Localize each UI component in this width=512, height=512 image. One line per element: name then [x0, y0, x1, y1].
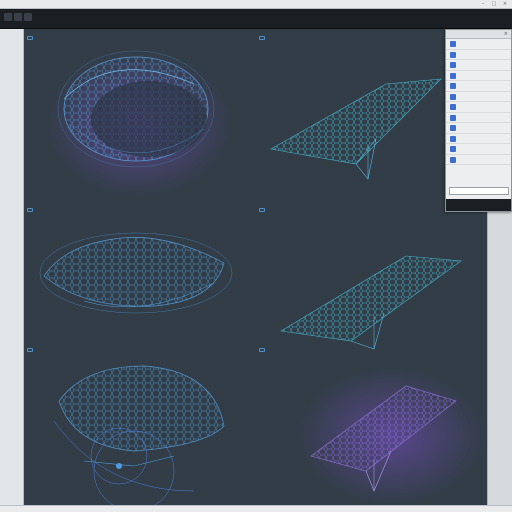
property-row[interactable] [446, 144, 511, 155]
property-row[interactable] [446, 102, 511, 113]
color-swatch[interactable] [450, 93, 456, 100]
properties-input[interactable] [449, 187, 509, 195]
window-controls: – □ × [479, 1, 509, 7]
toolbar [0, 9, 512, 29]
color-swatch[interactable] [450, 104, 456, 110]
app-window: – □ × × [0, 0, 512, 512]
tool-icon[interactable] [14, 13, 22, 21]
mesh-panel[interactable] [256, 201, 487, 359]
mesh-panel[interactable] [24, 29, 255, 199]
document-canvas[interactable] [24, 29, 487, 505]
property-row[interactable] [446, 71, 511, 81]
property-row[interactable] [446, 39, 511, 50]
color-swatch[interactable] [450, 156, 456, 163]
title-bar: – □ × [0, 0, 512, 9]
property-row[interactable] [446, 60, 511, 71]
mesh-panel[interactable] [256, 341, 487, 505]
mesh-graphic [53, 365, 225, 505]
color-swatch[interactable] [450, 51, 456, 58]
properties-footer [446, 199, 511, 211]
property-row[interactable] [446, 123, 511, 134]
color-swatch[interactable] [450, 83, 456, 89]
property-row[interactable] [446, 134, 511, 144]
properties-panel[interactable]: × [445, 29, 512, 212]
minimize-icon[interactable]: – [479, 1, 487, 7]
property-row[interactable] [446, 155, 511, 165]
color-swatch[interactable] [450, 114, 456, 121]
color-swatch[interactable] [450, 72, 456, 79]
mesh-graphic [39, 232, 233, 314]
properties-list [446, 39, 511, 165]
color-swatch[interactable] [450, 62, 456, 68]
close-icon[interactable]: × [504, 31, 508, 37]
mesh-graphic [57, 50, 215, 168]
property-row[interactable] [446, 50, 511, 60]
color-swatch[interactable] [450, 41, 456, 47]
mesh-graphic [310, 385, 457, 492]
properties-header: × [446, 30, 511, 39]
close-icon[interactable]: × [501, 1, 509, 7]
mesh-graphic [280, 255, 462, 350]
color-swatch[interactable] [450, 135, 456, 142]
tool-icon[interactable] [4, 13, 12, 21]
mesh-panel[interactable] [24, 201, 255, 359]
mesh-panel[interactable] [24, 341, 255, 505]
status-bar [0, 505, 512, 512]
color-swatch[interactable] [450, 146, 456, 152]
right-tool-strip [487, 212, 512, 505]
tool-icon[interactable] [24, 13, 32, 21]
property-row[interactable] [446, 92, 511, 102]
left-tool-strip [0, 29, 24, 505]
maximize-icon[interactable]: □ [490, 1, 498, 7]
color-swatch[interactable] [450, 125, 456, 131]
property-row[interactable] [446, 113, 511, 123]
property-row[interactable] [446, 81, 511, 92]
